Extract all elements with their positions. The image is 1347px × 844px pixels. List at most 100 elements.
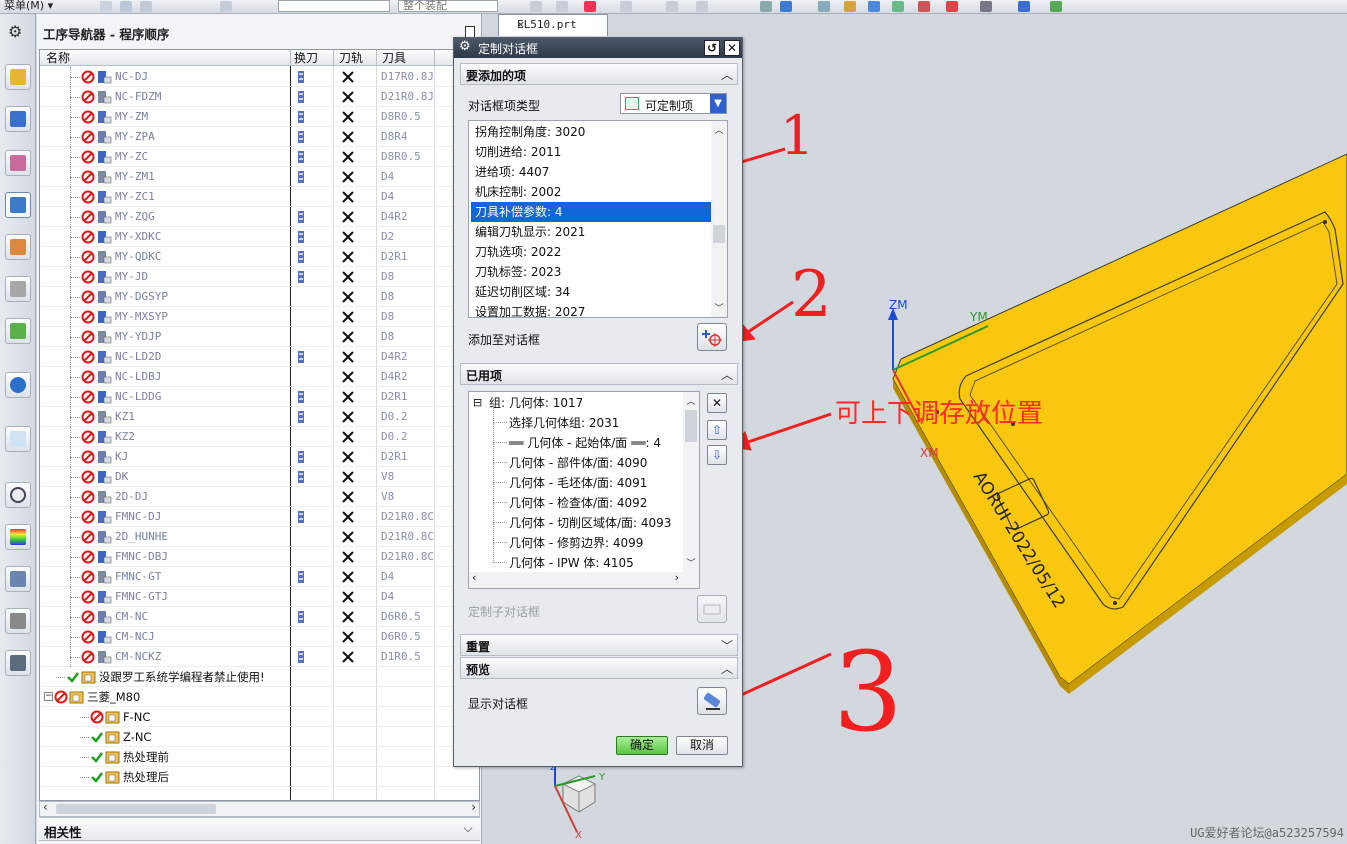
operation-navigator-icon[interactable] — [5, 192, 31, 218]
operation-row[interactable]: NC-LDDG D2R1 — [40, 387, 479, 407]
program-group-row[interactable]: Z-NC — [40, 727, 479, 747]
used-item[interactable]: 几何体 - 切削区域体/面: 4093 — [509, 513, 671, 533]
reset-icon[interactable]: ↺ — [704, 40, 720, 56]
operation-row[interactable]: KJ D2R1 — [40, 447, 479, 467]
operation-row[interactable]: MY-ZPA D8R4 — [40, 127, 479, 147]
chevron-up-icon[interactable]: ︿ — [720, 366, 734, 383]
vertical-scrollbar[interactable]: ︿ ﹀ — [711, 121, 727, 317]
layer-icon[interactable] — [918, 1, 930, 12]
chevron-down-icon[interactable]: ▼ — [710, 94, 726, 113]
related-panel-header[interactable]: 相关性 ⌵ — [39, 817, 480, 841]
pan-icon[interactable] — [696, 1, 708, 12]
program-group-row[interactable]: 没跟罗工系统学编程者禁止使用! — [40, 667, 479, 687]
show-dialog-button[interactable] — [697, 687, 727, 715]
available-item[interactable]: 刀具补偿参数: 4 — [471, 202, 711, 222]
history-icon[interactable] — [5, 482, 31, 508]
cursor-icon[interactable] — [556, 1, 568, 12]
operation-row[interactable]: FMNC-DBJ D21R0.8C — [40, 547, 479, 567]
program-group-row[interactable]: 热处理后 — [40, 767, 479, 787]
available-item[interactable]: 拐角控制角度: 3020 — [471, 122, 711, 142]
scope-combo[interactable]: 整个装配 — [398, 0, 498, 12]
edit-icon[interactable] — [892, 1, 904, 12]
assembly-icon[interactable] — [220, 1, 232, 12]
item-type-dropdown[interactable]: 可定制项 ▼ — [620, 93, 727, 114]
constraint-navigator-icon[interactable] — [5, 106, 31, 132]
operation-row[interactable]: MY-JD D8 — [40, 267, 479, 287]
machine-tool-navigator-icon[interactable] — [5, 234, 31, 260]
program-group-row[interactable]: − 三菱_M80 — [40, 687, 479, 707]
used-item[interactable]: 几何体 - IPW 体: 4105 — [509, 553, 634, 573]
available-item[interactable]: 机床控制: 2002 — [471, 182, 711, 202]
operation-row[interactable]: CM-NC D6R0.5 — [40, 607, 479, 627]
menu-button[interactable]: 菜单(M) ▾ — [4, 0, 53, 13]
operation-row[interactable]: MY-ZM D8R0.5 — [40, 107, 479, 127]
chevron-up-icon[interactable]: ︿ — [720, 660, 734, 677]
operation-row[interactable]: NC-LD2D D4R2 — [40, 347, 479, 367]
operation-row[interactable]: CM-NCJ D6R0.5 — [40, 627, 479, 647]
operation-row[interactable]: FMNC-DJ D21R0.8C — [40, 507, 479, 527]
available-item[interactable]: 进给项: 4407 — [471, 162, 711, 182]
used-item[interactable]: 几何体 - 检查体/面: 4092 — [509, 493, 647, 513]
visualization-icon[interactable] — [5, 524, 31, 550]
available-item[interactable]: 编辑刀轨显示: 2021 — [471, 222, 711, 242]
chevron-down-icon[interactable]: ﹀ — [720, 637, 734, 654]
customize-subdialog-button[interactable] — [697, 595, 727, 623]
reuse-library-icon[interactable] — [5, 318, 31, 344]
palette-icon[interactable] — [5, 426, 31, 452]
used-item[interactable]: 选择几何体组: 2031 — [509, 413, 619, 433]
collapse-icon[interactable]: ⊟ — [473, 393, 482, 413]
column-name[interactable]: 名称 — [46, 50, 70, 66]
gear-icon[interactable]: ⚙ — [8, 22, 22, 41]
used-item[interactable]: 几何体 - 修剪边界: 4099 — [509, 533, 643, 553]
select-icon[interactable] — [120, 1, 132, 12]
rotate-icon[interactable] — [666, 1, 678, 12]
operation-row[interactable]: 2D_HUNHE D21R0.8C — [40, 527, 479, 547]
available-item[interactable]: 刀轨标签: 2023 — [471, 262, 711, 282]
horizontal-scrollbar[interactable]: ‹ › — [469, 571, 699, 588]
section-reset[interactable]: 重置 ﹀ — [460, 634, 738, 656]
operation-row[interactable]: FMNC-GTJ D4 — [40, 587, 479, 607]
operation-row[interactable]: MY-XDKC D2 — [40, 227, 479, 247]
operation-row[interactable]: MY-ZM1 D4 — [40, 167, 479, 187]
move-up-button[interactable]: ⇧ — [707, 420, 727, 440]
operation-row[interactable]: MY-ZC1 D4 — [40, 187, 479, 207]
operation-row[interactable]: NC-LDBJ D4R2 — [40, 367, 479, 387]
zoom-icon[interactable] — [844, 1, 856, 12]
operation-row[interactable]: CM-NCKZ D1R0.5 — [40, 647, 479, 667]
operation-row[interactable]: KZ2 D0.2 — [40, 427, 479, 447]
render-icon[interactable] — [980, 1, 992, 12]
fit-icon[interactable] — [818, 1, 830, 12]
machining-feature-icon[interactable] — [5, 276, 31, 302]
filter-icon[interactable] — [140, 1, 152, 12]
operation-row[interactable]: MY-ZC D8R0.5 — [40, 147, 479, 167]
robot-icon[interactable] — [5, 608, 31, 634]
type-filter-combo[interactable] — [278, 0, 390, 12]
close-icon[interactable]: ✕ — [517, 17, 603, 31]
remove-item-button[interactable]: ✕ — [707, 393, 727, 413]
section-used-items[interactable]: 已用项 ︿ — [460, 363, 738, 385]
program-group-row[interactable]: F-NC — [40, 707, 479, 727]
refresh-icon[interactable] — [868, 1, 880, 12]
process-studio-icon[interactable] — [5, 566, 31, 592]
operation-row[interactable]: MY-QDKC D2R1 — [40, 247, 479, 267]
used-item[interactable]: 几何体 - 毛坯体/面: 4091 — [509, 473, 647, 493]
available-item[interactable]: 切削进给: 2011 — [471, 142, 711, 162]
view-cube-icon[interactable] — [1018, 1, 1030, 12]
available-item[interactable]: 刀轨选项: 2022 — [471, 242, 711, 262]
operation-row[interactable]: FMNC-GT D4 — [40, 567, 479, 587]
section-items-to-add[interactable]: 要添加的项 ︿ — [460, 63, 738, 85]
dialog-titlebar[interactable]: ⚙ 定制对话框 ↺ ✕ — [454, 38, 742, 58]
point-icon[interactable] — [530, 1, 542, 12]
shaded-icon[interactable] — [760, 1, 772, 12]
measure-icon[interactable] — [1050, 1, 1062, 12]
assembly-navigator-icon[interactable] — [5, 64, 31, 90]
ok-button[interactable]: 确定 — [616, 736, 668, 755]
used-item[interactable]: ══ 几何体 - 起始体/面 ══: 4 — [509, 433, 661, 453]
web-browser-icon[interactable] — [5, 372, 31, 398]
used-item[interactable]: 几何体 - 部件体/面: 4090 — [509, 453, 647, 473]
add-to-dialog-button[interactable] — [697, 323, 727, 351]
vertical-scrollbar[interactable]: ︿ ﹀ — [683, 392, 699, 572]
available-item[interactable]: 延迟切削区域: 34 — [471, 282, 711, 302]
program-group-row[interactable]: 热处理前 — [40, 747, 479, 767]
snap-point-icon[interactable] — [584, 1, 596, 12]
